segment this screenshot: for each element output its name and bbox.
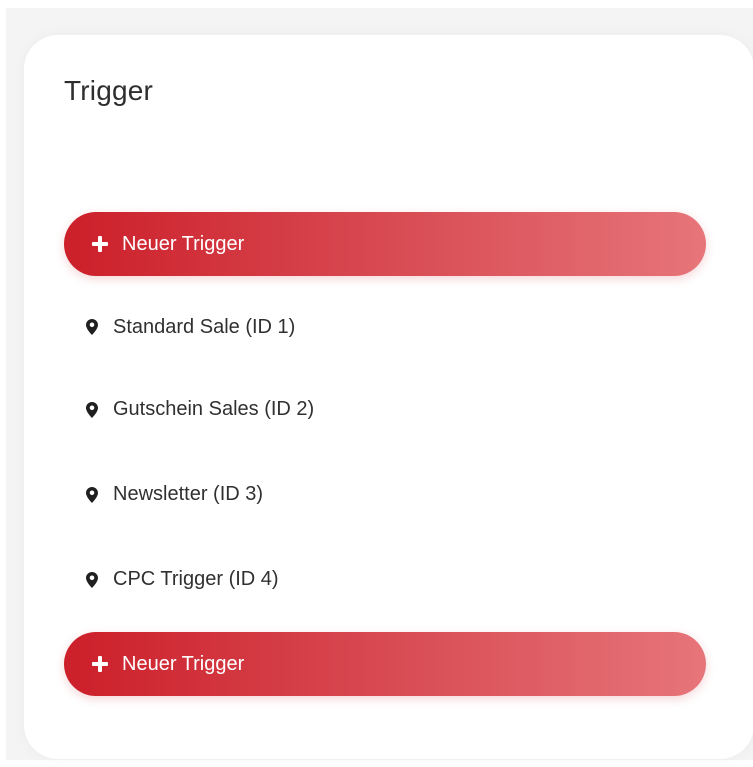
trigger-item-label: Newsletter (ID 3) xyxy=(113,483,264,505)
trigger-item-cpc-trigger[interactable]: CPC Trigger (ID 4) xyxy=(64,537,706,622)
plus-icon xyxy=(92,656,108,672)
map-pin-icon xyxy=(86,486,98,503)
new-trigger-label: Neuer Trigger xyxy=(122,232,245,255)
trigger-item-label: Gutschein Sales (ID 2) xyxy=(113,398,315,420)
map-pin-icon xyxy=(86,319,98,335)
map-pin-icon xyxy=(86,571,98,588)
trigger-item-newsletter[interactable]: Newsletter (ID 3) xyxy=(64,452,706,537)
plus-icon xyxy=(92,236,108,252)
card-title: Trigger xyxy=(64,75,154,106)
new-trigger-label: Neuer Trigger xyxy=(122,652,245,675)
trigger-list: Standard Sale (ID 1) Gutschein Sales (ID… xyxy=(64,287,706,622)
new-trigger-button-bottom[interactable]: Neuer Trigger xyxy=(64,632,706,696)
trigger-item-label: Standard Sale (ID 1) xyxy=(113,315,296,338)
trigger-card: Trigger Neuer Trigger Standard Sale (ID … xyxy=(24,35,753,759)
trigger-item-label: CPC Trigger (ID 4) xyxy=(113,568,279,590)
trigger-item-standard-sale[interactable]: Standard Sale (ID 1) xyxy=(64,287,706,367)
trigger-item-gutschein-sales[interactable]: Gutschein Sales (ID 2) xyxy=(64,367,706,452)
map-pin-icon xyxy=(86,401,98,418)
new-trigger-button-top[interactable]: Neuer Trigger xyxy=(64,212,706,276)
